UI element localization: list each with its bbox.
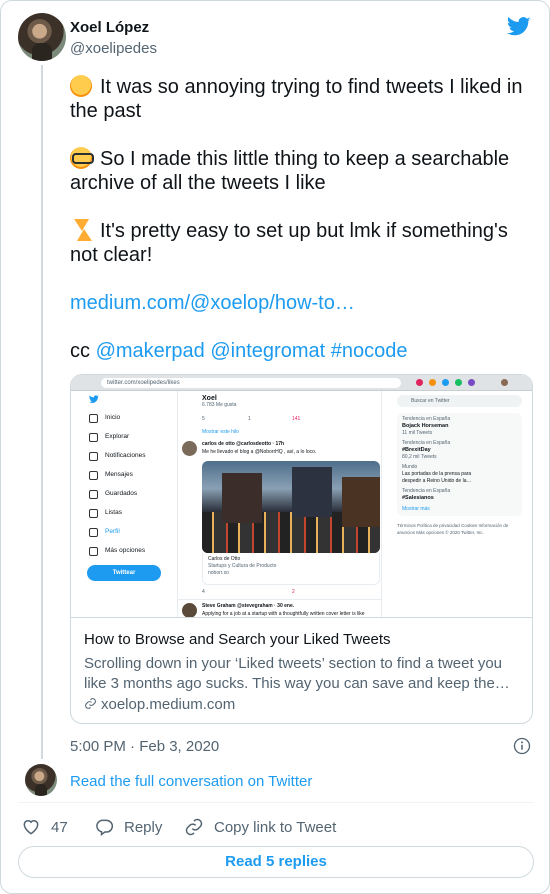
tweet-text: It was so annoying trying to find tweets… bbox=[70, 75, 530, 387]
mini-card-domain: noborr.so bbox=[208, 570, 229, 576]
mini-main-column: Xoel 6.783 Me gusta 5 1 141 Mostrar este… bbox=[177, 391, 382, 617]
author-handle[interactable]: @xoelipedes bbox=[70, 40, 157, 57]
read-conversation-link[interactable]: Read the full conversation on Twitter bbox=[70, 773, 312, 790]
trend-name: #BrexitDay bbox=[402, 447, 431, 453]
mini-next-author: Steve Graham @stevegraham · 30 ene. bbox=[202, 603, 295, 609]
mention-makerpad[interactable]: @makerpad bbox=[96, 340, 205, 362]
mini-card-sub: Startups y Cultura de Producto bbox=[208, 563, 277, 569]
trend-show-more: Mostrar más bbox=[402, 506, 430, 512]
like-action[interactable]: 47 bbox=[21, 817, 68, 837]
mini-tweet-author: carlos de otto @carlosdeotto · 17h bbox=[202, 441, 285, 447]
cc-label: cc bbox=[70, 340, 90, 362]
trend-meta: Tendencia en España bbox=[402, 488, 451, 494]
nerd-face-emoji bbox=[70, 147, 94, 169]
mini-profile-name: Xoel bbox=[202, 395, 217, 402]
mini-count: 2 bbox=[292, 589, 295, 595]
link-card-domain-text: xoelop.medium.com bbox=[101, 696, 236, 713]
article-url-link[interactable]: medium.com/@xoelop/how-to… bbox=[70, 292, 355, 314]
trend-meta: Tendencia en España bbox=[402, 416, 451, 422]
trend-count: 80,2 mil Tweets bbox=[402, 454, 437, 460]
mini-nav-item: Guardados bbox=[85, 484, 171, 503]
copy-link-action[interactable]: Copy link to Tweet bbox=[184, 817, 336, 837]
reply-action[interactable]: Reply bbox=[94, 817, 162, 837]
trend-name: Bojack Horseman bbox=[402, 423, 449, 429]
preview-screenshot: twitter.com/xoelipedes/likes Inicio Expl… bbox=[71, 375, 532, 618]
like-count: 47 bbox=[51, 818, 68, 836]
mini-count: 1 bbox=[248, 416, 251, 422]
link-card-description: Scrolling down in your ‘Liked tweets’ se… bbox=[84, 655, 510, 692]
tweet-timestamp[interactable]: 5:00 PM · Feb 3, 2020 bbox=[70, 738, 219, 755]
tweet-line-2: So I made this little thing to keep a se… bbox=[70, 148, 510, 194]
mini-show-thread: Mostrar este hilo bbox=[202, 429, 239, 435]
link-card-domain: xoelop.medium.com bbox=[84, 696, 235, 713]
trend-name: Las portadas de la prensa para despedir … bbox=[402, 471, 472, 484]
mini-count: 5 bbox=[202, 416, 205, 422]
sleepy-face-emoji bbox=[70, 75, 92, 97]
browser-toolbar: twitter.com/xoelipedes/likes bbox=[71, 375, 532, 391]
mini-nav-item: Mensajes bbox=[85, 465, 171, 484]
mini-right-column: Buscar en Twitter Tendencia en España Bo… bbox=[397, 391, 522, 536]
tweet-line-1: It was so annoying trying to find tweets… bbox=[70, 76, 523, 122]
trend-name: #Salesianos bbox=[402, 495, 434, 501]
mini-search: Buscar en Twitter bbox=[397, 395, 522, 407]
heart-icon bbox=[23, 820, 39, 835]
author-avatar[interactable] bbox=[18, 13, 66, 61]
reply-icon bbox=[96, 819, 114, 836]
mini-nav-item: Listas bbox=[85, 503, 171, 522]
mini-footer: Términos Política de privacidad Cookies … bbox=[397, 523, 509, 535]
mini-count: 4 bbox=[202, 589, 205, 595]
conversation-avatar[interactable] bbox=[25, 764, 57, 796]
link-card-title[interactable]: How to Browse and Search your Liked Twee… bbox=[84, 631, 391, 648]
mini-next-text: Applying for a job at a startup with a t… bbox=[202, 611, 365, 617]
divider bbox=[18, 802, 534, 803]
browser-url: twitter.com/xoelipedes/likes bbox=[101, 378, 401, 388]
mini-photo-caption: Carlos de Otto Startups y Cultura de Pro… bbox=[202, 553, 380, 585]
embedded-tweet-card: Xoel López @xoelipedes It was so annoyin… bbox=[0, 0, 550, 894]
mini-nav-item: Notificaciones bbox=[85, 446, 171, 465]
mini-nav-item: Más opciones bbox=[85, 541, 171, 560]
mini-tweet-button: Twittear bbox=[87, 565, 161, 581]
mini-bird-icon bbox=[89, 395, 99, 403]
mini-nav-item: Explorar bbox=[85, 427, 171, 446]
trend-meta: Mundo bbox=[402, 464, 418, 470]
thread-line bbox=[41, 65, 43, 759]
author-name[interactable]: Xoel López bbox=[70, 19, 149, 36]
mini-profile-sub: 6.783 Me gusta bbox=[202, 402, 237, 408]
mini-nav-item: Perfil bbox=[85, 522, 171, 541]
mini-tweet-text: Me he llevado el blog a @NoborrHQ , así,… bbox=[202, 449, 317, 455]
mini-card-title: Carlos de Otto bbox=[208, 556, 241, 562]
reply-label: Reply bbox=[124, 818, 163, 836]
mini-trends: Tendencia en España Bojack Horseman 11 m… bbox=[397, 413, 522, 516]
mini-nav-item: Inicio bbox=[85, 408, 171, 427]
copy-link-icon bbox=[185, 818, 203, 836]
mention-integromat[interactable]: @integromat bbox=[210, 340, 325, 362]
hashtag-nocode[interactable]: #nocode bbox=[331, 340, 408, 362]
read-replies-button[interactable]: Read 5 replies bbox=[18, 846, 534, 878]
link-preview-card[interactable]: twitter.com/xoelipedes/likes Inicio Expl… bbox=[70, 374, 533, 724]
trend-count: 11 mil Tweets bbox=[402, 430, 433, 436]
info-icon[interactable] bbox=[512, 736, 532, 756]
mini-sidebar-nav: Inicio Explorar Notificaciones Mensajes … bbox=[85, 408, 171, 560]
trend-meta: Tendencia en España bbox=[402, 440, 451, 446]
copy-link-label: Copy link to Tweet bbox=[214, 818, 337, 836]
link-icon bbox=[85, 698, 96, 709]
mini-count: 141 bbox=[292, 416, 301, 422]
lightning-emoji bbox=[70, 219, 92, 241]
twitter-bird-icon[interactable] bbox=[507, 17, 531, 37]
mini-tweet-photo bbox=[202, 461, 380, 553]
tweet-line-3: It's pretty easy to set up but lmk if so… bbox=[70, 220, 508, 266]
